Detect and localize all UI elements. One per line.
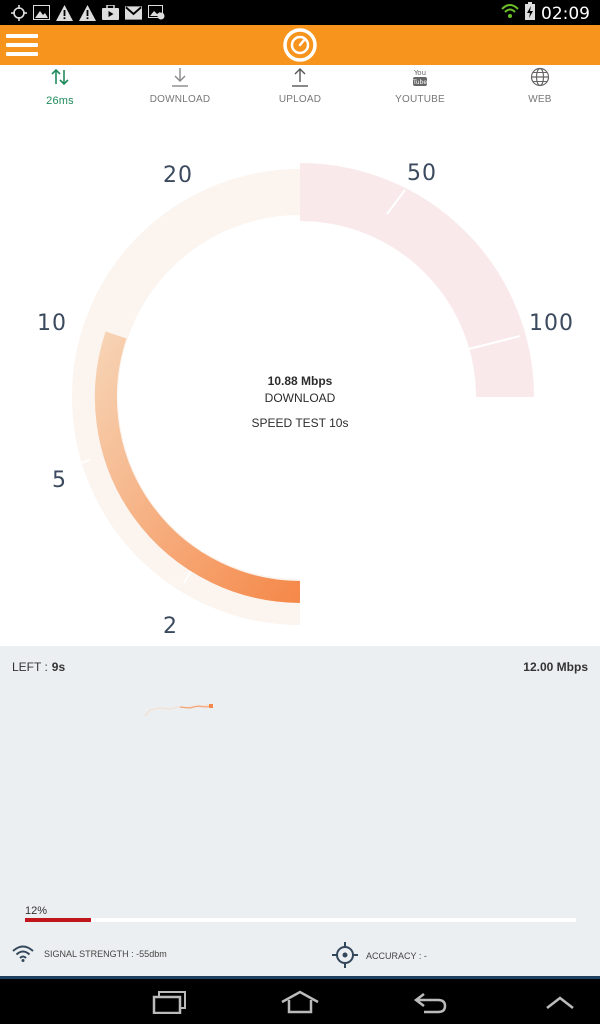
youtube-icon: You Tube: [360, 65, 480, 89]
gmail-icon: [125, 4, 142, 21]
wifi-status-icon: [501, 3, 519, 24]
test-progress-fill: [25, 918, 92, 922]
test-duration: SPEED TEST 10s: [251, 416, 349, 430]
app-bar: [0, 25, 600, 65]
status-bar: 02:09: [0, 0, 600, 25]
tick-label: 100: [529, 311, 574, 336]
location-accuracy: ACCURACY : -: [332, 942, 427, 970]
tab-youtube-label: YOUTUBE: [395, 94, 445, 105]
speed-graph-point: [209, 704, 213, 708]
hamburger-icon[interactable]: [6, 31, 38, 59]
globe-icon: [480, 65, 600, 89]
tab-ping-label: 26ms: [46, 95, 74, 107]
tab-youtube[interactable]: You Tube YOUTUBE: [360, 65, 480, 115]
up-chevron-icon[interactable]: [535, 987, 585, 1017]
results-panel: LEFT :9s 12.00 Mbps 12% SIGNAL STRENGTH …: [0, 646, 600, 976]
progress-percent: 12%: [25, 905, 48, 917]
speed-gauge: 2 5 10 20 50 100 10.88 Mbps DOWNLOAD SPE…: [0, 125, 600, 645]
gps-icon: [10, 4, 27, 21]
test-tabs: 26ms DOWNLOAD UPLOAD You Tube YOUTUBE WEB: [0, 65, 600, 115]
test-mode: DOWNLOAD: [264, 391, 336, 405]
speed-graph: [144, 704, 213, 717]
signal-strength: SIGNAL STRENGTH : -55dbm: [12, 944, 167, 964]
battery-charging-icon: [525, 2, 535, 25]
warning-icon: [56, 4, 73, 21]
recent-apps-icon[interactable]: [145, 987, 195, 1017]
speedometer-logo-icon: [282, 27, 318, 63]
tab-web-label: WEB: [528, 94, 552, 105]
wifi-icon: [12, 944, 34, 964]
tick-label: 2: [163, 614, 178, 639]
max-speed: 12.00 Mbps: [523, 660, 588, 674]
image-icon: [33, 4, 50, 21]
tick-label: 50: [407, 161, 437, 186]
gauge-track-high: [299, 163, 534, 398]
tab-download[interactable]: DOWNLOAD: [120, 65, 240, 115]
test-progress-bar: [25, 918, 576, 922]
time-left-value: 9s: [51, 660, 66, 674]
system-nav-bar: [0, 976, 600, 1024]
current-speed: 10.88 Mbps: [267, 374, 333, 388]
upload-icon: [240, 65, 360, 89]
signal-strength-text: SIGNAL STRENGTH : -55dbm: [44, 949, 167, 959]
tab-upload-label: UPLOAD: [278, 94, 322, 105]
warning-icon: [79, 4, 96, 21]
video-icon: [102, 4, 119, 21]
crosshair-icon: [332, 942, 358, 970]
svg-text:You: You: [413, 69, 426, 77]
clock: 02:09: [541, 3, 590, 24]
time-left: LEFT :9s: [12, 660, 65, 674]
back-icon[interactable]: [405, 987, 455, 1017]
tab-ping[interactable]: 26ms: [0, 65, 120, 115]
image-check-icon: [148, 4, 165, 21]
accuracy-text: ACCURACY : -: [366, 951, 427, 961]
tick-label: 5: [52, 468, 67, 493]
tick-label: 20: [163, 163, 193, 188]
tab-upload[interactable]: UPLOAD: [240, 65, 360, 115]
home-icon[interactable]: [275, 987, 325, 1017]
tab-web[interactable]: WEB: [480, 65, 600, 115]
svg-text:Tube: Tube: [412, 79, 427, 86]
download-icon: [120, 65, 240, 89]
tab-download-label: DOWNLOAD: [149, 94, 211, 105]
ping-arrows-icon: [0, 65, 120, 89]
time-left-label: LEFT :: [12, 660, 48, 674]
tick-label: 10: [37, 311, 67, 336]
